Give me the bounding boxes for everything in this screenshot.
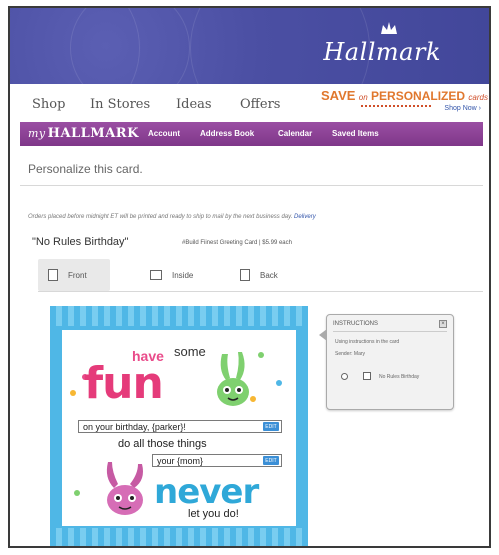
confetti-dot	[70, 390, 76, 396]
tab-back[interactable]: Back	[230, 259, 302, 291]
close-icon[interactable]: ×	[439, 320, 447, 328]
my-hallmark-logo[interactable]: my HALLMARK	[28, 126, 139, 141]
my-link-account[interactable]: Account	[148, 129, 180, 138]
card-text-line3: let you do!	[188, 508, 239, 520]
panel-option-label: No Rules Birthday	[379, 374, 420, 380]
card-text-line2: do all those things	[118, 438, 207, 450]
confetti-dot	[276, 380, 282, 386]
panel-text-2: Sender: Mary	[335, 351, 366, 357]
divider	[38, 291, 483, 292]
nav-ideas[interactable]: Ideas	[176, 97, 212, 112]
relation-field-value: your {mom}	[157, 455, 204, 466]
promo-dots	[361, 105, 431, 107]
card-text-fun: fun	[84, 358, 164, 409]
my-hallmark-name: HALLMARK	[47, 126, 139, 141]
tab-front[interactable]: Front	[38, 259, 110, 291]
my-hallmark-my: my	[28, 127, 46, 140]
edit-name-button[interactable]: EDIT	[263, 422, 279, 431]
card-text-never: never	[154, 472, 259, 512]
card-preview: have some fun on your birthday, {parker}…	[50, 306, 308, 546]
page-title: Personalize this card.	[28, 162, 143, 176]
panel-pointer	[319, 329, 327, 341]
edit-relation-button[interactable]: EDIT	[263, 456, 279, 465]
card-inside-icon	[150, 270, 162, 280]
promo-on: on	[358, 93, 368, 102]
header-banner: Hallmark	[10, 8, 489, 138]
personalized-promo[interactable]: SAVE on PERSONALIZED cards Shop Now ›	[321, 88, 488, 118]
card-stripe-bottom	[50, 528, 308, 546]
crown-icon	[381, 22, 397, 34]
card-view-tabs: Front Inside Back	[38, 259, 483, 291]
name-field[interactable]: on your birthday, {parker}! EDIT	[78, 420, 282, 433]
hallmark-logo[interactable]: Hallmark	[323, 38, 441, 66]
tab-inside[interactable]: Inside	[140, 259, 212, 291]
name-field-value: on your birthday, {parker}!	[83, 421, 186, 432]
card-text-some: some	[174, 344, 206, 359]
divider	[20, 185, 483, 186]
my-link-address-book[interactable]: Address Book	[200, 129, 254, 138]
relation-field[interactable]: your {mom} EDIT	[152, 454, 282, 467]
nav-in-stores[interactable]: In Stores	[90, 97, 150, 112]
delivery-link[interactable]: Delivery	[294, 214, 316, 220]
my-hallmark-bar: my HALLMARK Account Address Book Calendar…	[20, 122, 483, 146]
page-frame: Hallmark Shop In Stores Ideas Offers SAV…	[8, 6, 491, 548]
card-name: "No Rules Birthday"	[32, 236, 129, 248]
option-radio[interactable]	[341, 373, 348, 380]
panel-text-1: Using instructions in the card	[335, 339, 400, 345]
card-front-icon	[48, 269, 58, 281]
promo-save: SAVE	[321, 88, 356, 103]
instructions-panel: INSTRUCTIONS × Using instructions in the…	[319, 314, 454, 410]
confetti-dot	[74, 490, 80, 496]
card-face: have some fun on your birthday, {parker}…	[62, 330, 296, 526]
green-bunny-character-icon	[217, 352, 249, 406]
confetti-dot	[258, 352, 264, 358]
pink-bunny-character-icon	[106, 462, 143, 515]
order-notice: Orders placed before midnight ET will be…	[28, 214, 316, 220]
card-back-icon	[240, 269, 250, 281]
order-notice-text: Orders placed before midnight ET will be…	[28, 214, 293, 220]
option-checkbox[interactable]	[363, 372, 371, 380]
promo-cards: cards	[468, 93, 488, 102]
promo-personalized: PERSONALIZED	[371, 89, 466, 103]
card-stripe-top	[50, 306, 308, 326]
nav-offers[interactable]: Offers	[240, 97, 280, 112]
card-meta: #Build Fiinest Greeting Card | $5.99 eac…	[182, 240, 292, 246]
my-link-saved-items[interactable]: Saved Items	[332, 129, 379, 138]
tab-inside-label: Inside	[172, 270, 194, 280]
my-link-calendar[interactable]: Calendar	[278, 129, 312, 138]
panel-title: INSTRUCTIONS	[333, 321, 378, 327]
tab-front-label: Front	[68, 270, 87, 280]
nav-shop[interactable]: Shop	[32, 97, 65, 112]
tab-back-label: Back	[260, 270, 278, 280]
panel-divider	[333, 331, 447, 332]
